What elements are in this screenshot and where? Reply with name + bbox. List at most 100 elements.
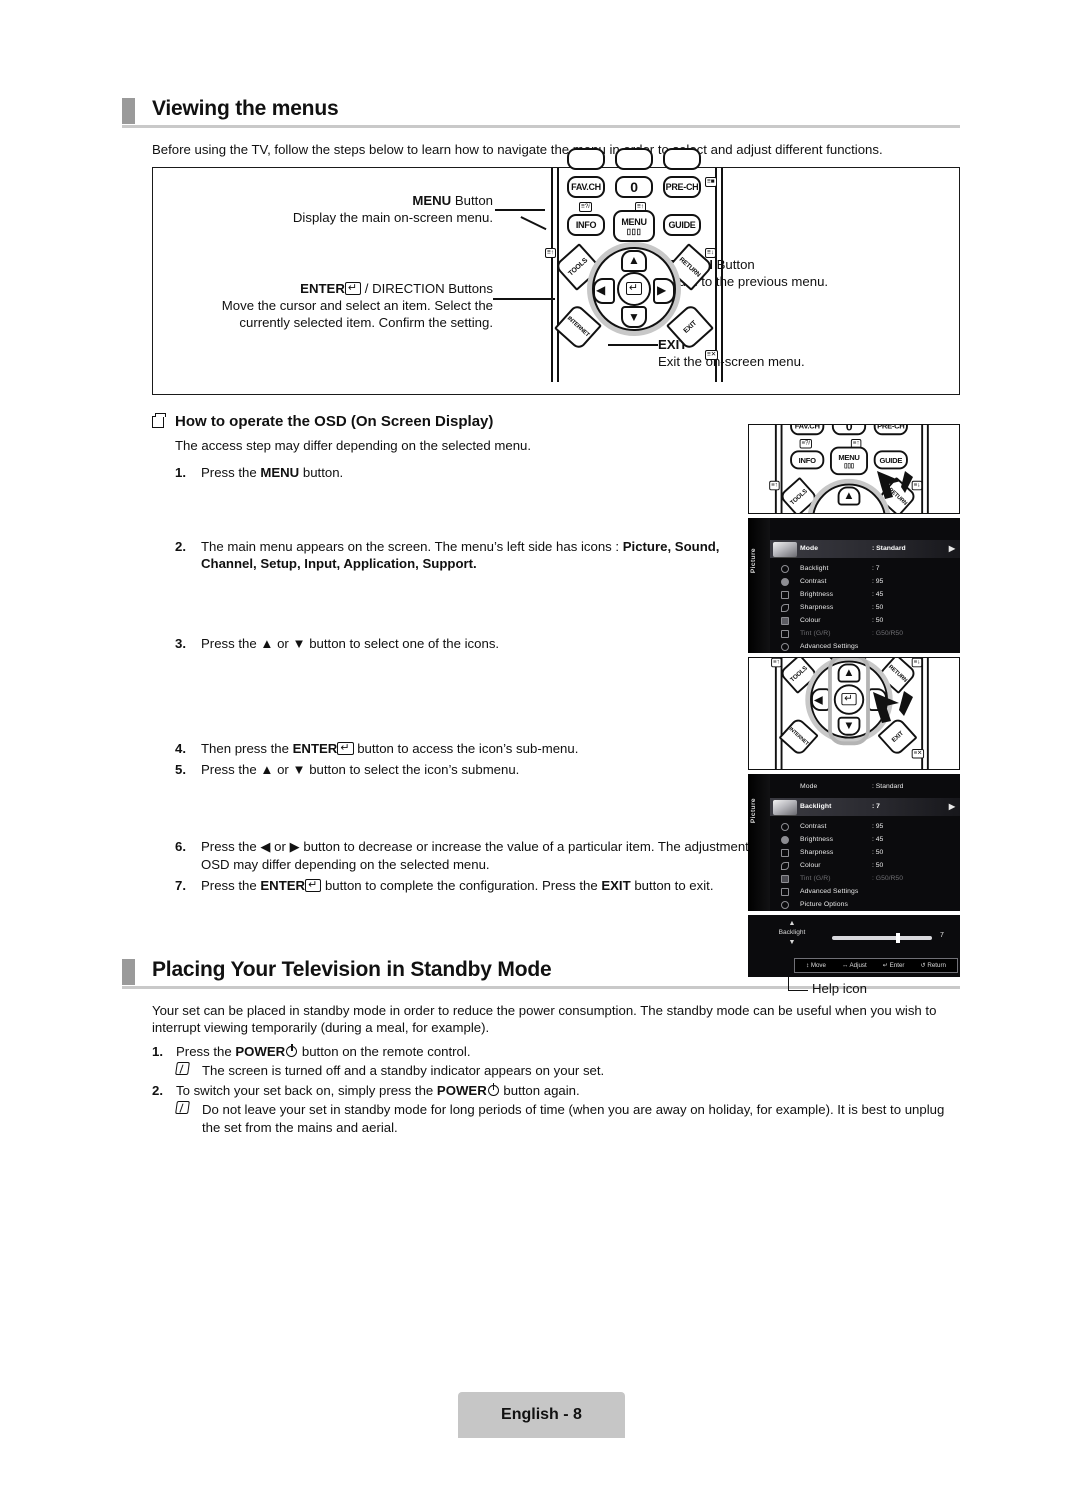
step-1-text: Press the MENU button. bbox=[201, 464, 775, 482]
remote-left-edge bbox=[551, 168, 553, 382]
menu-callout-title: MENU bbox=[412, 193, 452, 208]
osd2-row-tint-name: Tint (G/R) bbox=[800, 874, 831, 882]
osd1-row-mode[interactable]: Mode : Standard ▶ bbox=[770, 540, 960, 558]
standby-note-1: The screen is turned off and a standby i… bbox=[175, 1062, 960, 1080]
remote-button-menu[interactable]: MENU ▯▯▯ bbox=[613, 210, 655, 242]
osd2-row-brightness[interactable]: Brightness : 45 bbox=[770, 833, 960, 847]
remote-button-info[interactable]: INFO bbox=[567, 214, 605, 236]
chip-icon-return: ≡↓ bbox=[705, 248, 716, 258]
step-7-text-b: ENTER bbox=[260, 878, 306, 893]
slider-knob[interactable] bbox=[896, 933, 900, 943]
osd2-row-picture-options[interactable]: Picture Options bbox=[770, 898, 960, 911]
osd1-row-tint[interactable]: Tint (G/R) : G50/R50 bbox=[770, 627, 960, 641]
osd1-row-advanced-name: Advanced Settings bbox=[800, 642, 859, 650]
osd1-row-contrast[interactable]: Contrast : 95 bbox=[770, 575, 960, 589]
leader-line-enter bbox=[493, 298, 555, 300]
osd2-options-icon bbox=[770, 901, 800, 909]
step-7-text-d: EXIT bbox=[601, 878, 631, 893]
osd1-row-brightness[interactable]: Brightness : 45 bbox=[770, 588, 960, 602]
thumb1-menu-bars-icon: ▯▯▯ bbox=[843, 462, 855, 469]
right-illustration-column: FAV.CH 0 PRE-CH ≡?i ≡↑ INFO MENU ▯▯▯ GUI… bbox=[748, 424, 960, 1013]
thumb1-zero[interactable]: 0 bbox=[831, 424, 867, 436]
slider-down-arrow-icon[interactable]: ▼ bbox=[764, 939, 820, 946]
osd1-tint-icon bbox=[770, 630, 800, 638]
osd2-row-tint[interactable]: Tint (G/R) : G50/R50 bbox=[770, 872, 960, 886]
remote-button-fav-ch[interactable]: FAV.CH bbox=[567, 176, 605, 198]
help-enter-label: Enter bbox=[889, 962, 905, 969]
remote-enter-button[interactable] bbox=[617, 272, 651, 306]
osd2-row-contrast[interactable]: Contrast : 95 bbox=[770, 820, 960, 834]
step-4: 4. Then press the ENTER button to access… bbox=[175, 740, 775, 758]
heading-accent-bar bbox=[122, 98, 135, 124]
guide-label: GUIDE bbox=[668, 220, 696, 230]
help-enter[interactable]: ↵ Enter bbox=[883, 962, 905, 969]
footer-label: English - 8 bbox=[501, 1406, 582, 1423]
info-label: INFO bbox=[575, 220, 597, 230]
thumb2-chip-return: ≡↓ bbox=[911, 658, 923, 668]
step-7-text-e: button to exit. bbox=[630, 878, 714, 893]
thumb1-menu-label: MENU bbox=[838, 452, 860, 462]
help-move-label: Move bbox=[810, 962, 826, 969]
osd2-row-backlight[interactable]: Backlight : 7 ▶ bbox=[770, 798, 960, 816]
help-adjust[interactable]: ↔ Adjust bbox=[842, 962, 867, 969]
enter-callout-desc: Move the cursor and select an item. Sele… bbox=[221, 298, 493, 330]
step-7-text-c: button to complete the configuration. Pr… bbox=[321, 878, 602, 893]
remote-button-zero[interactable]: 0 bbox=[615, 176, 653, 198]
dpad-updown-highlight bbox=[828, 658, 870, 746]
contrast-dot-icon-2 bbox=[781, 823, 789, 831]
thumb1-menu[interactable]: MENU ▯▯▯ bbox=[830, 446, 868, 476]
colour-icon-2 bbox=[781, 862, 789, 870]
step-6: 6. Press the ◀ or ▶ button to decrease o… bbox=[175, 838, 775, 873]
help-move[interactable]: ↕ Move bbox=[806, 962, 826, 969]
osd2-row-sharpness-value: : 50 bbox=[872, 848, 884, 856]
remote-thumb-menu-press: FAV.CH 0 PRE-CH ≡?i ≡↑ INFO MENU ▯▯▯ GUI… bbox=[748, 424, 960, 514]
remote-button-guide[interactable]: GUIDE bbox=[663, 214, 701, 236]
thumb2-exit-label: EXIT bbox=[890, 729, 905, 744]
remote-button-pre-ch[interactable]: PRE-CH bbox=[663, 176, 701, 198]
osd2-row-advanced[interactable]: Advanced Settings bbox=[770, 885, 960, 899]
osd1-row-sharpness[interactable]: Sharpness : 50 bbox=[770, 601, 960, 615]
osd1-contrast-icon bbox=[770, 578, 800, 586]
help-caption-text: Help icon bbox=[812, 981, 867, 996]
chip-icon-top-right: ≡■ bbox=[705, 177, 717, 187]
step-5: 5. Press the ▲ or ▼ button to select the… bbox=[175, 761, 775, 779]
help-return[interactable]: ↺ Return bbox=[920, 962, 946, 969]
thumb1-zero-label: 0 bbox=[845, 424, 853, 433]
advanced-icon-2 bbox=[781, 888, 789, 896]
step-5-number: 5. bbox=[175, 761, 186, 777]
remote-left-edge-inner bbox=[557, 168, 559, 382]
thumb1-fav-ch[interactable]: FAV.CH bbox=[790, 425, 825, 436]
remote-button-top-3[interactable] bbox=[663, 148, 701, 170]
osd-panel-picture-backlight: Picture Mode : Standard Backlight : 7 ▶ … bbox=[748, 774, 960, 911]
thumb1-pre-ch[interactable]: PRE-CH bbox=[873, 425, 908, 436]
step-1-number: 1. bbox=[175, 465, 186, 480]
osd2-row-sharpness[interactable]: Sharpness : 50 bbox=[770, 846, 960, 860]
thumb1-info-label: INFO bbox=[798, 455, 816, 465]
sharpness-icon-1 bbox=[781, 604, 789, 612]
zero-label: 0 bbox=[630, 179, 638, 195]
step-7-text-a: Press the bbox=[201, 878, 261, 893]
colour-icon-1 bbox=[781, 617, 789, 625]
slider-up-arrow-icon[interactable]: ▲ bbox=[764, 920, 820, 927]
enter-key-icon-step4 bbox=[337, 742, 354, 755]
osd1-row-colour[interactable]: Colour : 50 bbox=[770, 614, 960, 628]
osd2-rows: Mode : Standard Backlight : 7 ▶ Contrast… bbox=[770, 774, 960, 911]
step-5-text: Press the ▲ or ▼ button to select the ic… bbox=[201, 761, 520, 777]
osd2-row-advanced-name: Advanced Settings bbox=[800, 887, 859, 895]
slider-track[interactable] bbox=[832, 933, 932, 943]
thumb1-info[interactable]: INFO bbox=[790, 450, 825, 470]
heading-accent-bar-2 bbox=[122, 958, 135, 985]
remote-button-top-2[interactable] bbox=[615, 148, 653, 170]
osd2-row-mode[interactable]: Mode : Standard bbox=[770, 780, 960, 794]
step-2: 2. The main menu appears on the screen. … bbox=[175, 538, 775, 573]
step-2-number: 2. bbox=[175, 538, 186, 554]
note-icon-cell-2 bbox=[175, 1101, 202, 1136]
osd1-row-advanced[interactable]: Advanced Settings bbox=[770, 640, 960, 653]
osd1-row-backlight[interactable]: Backlight : 7 bbox=[770, 562, 960, 576]
power-icon-2 bbox=[487, 1082, 499, 1096]
standby-step-1: 1. Press the POWER button on the remote … bbox=[152, 1043, 960, 1061]
osd1-row-backlight-name: Backlight bbox=[800, 564, 829, 572]
remote-button-top-1[interactable] bbox=[567, 148, 605, 170]
osd2-sideband bbox=[748, 774, 770, 911]
osd2-row-colour[interactable]: Colour : 50 bbox=[770, 859, 960, 873]
